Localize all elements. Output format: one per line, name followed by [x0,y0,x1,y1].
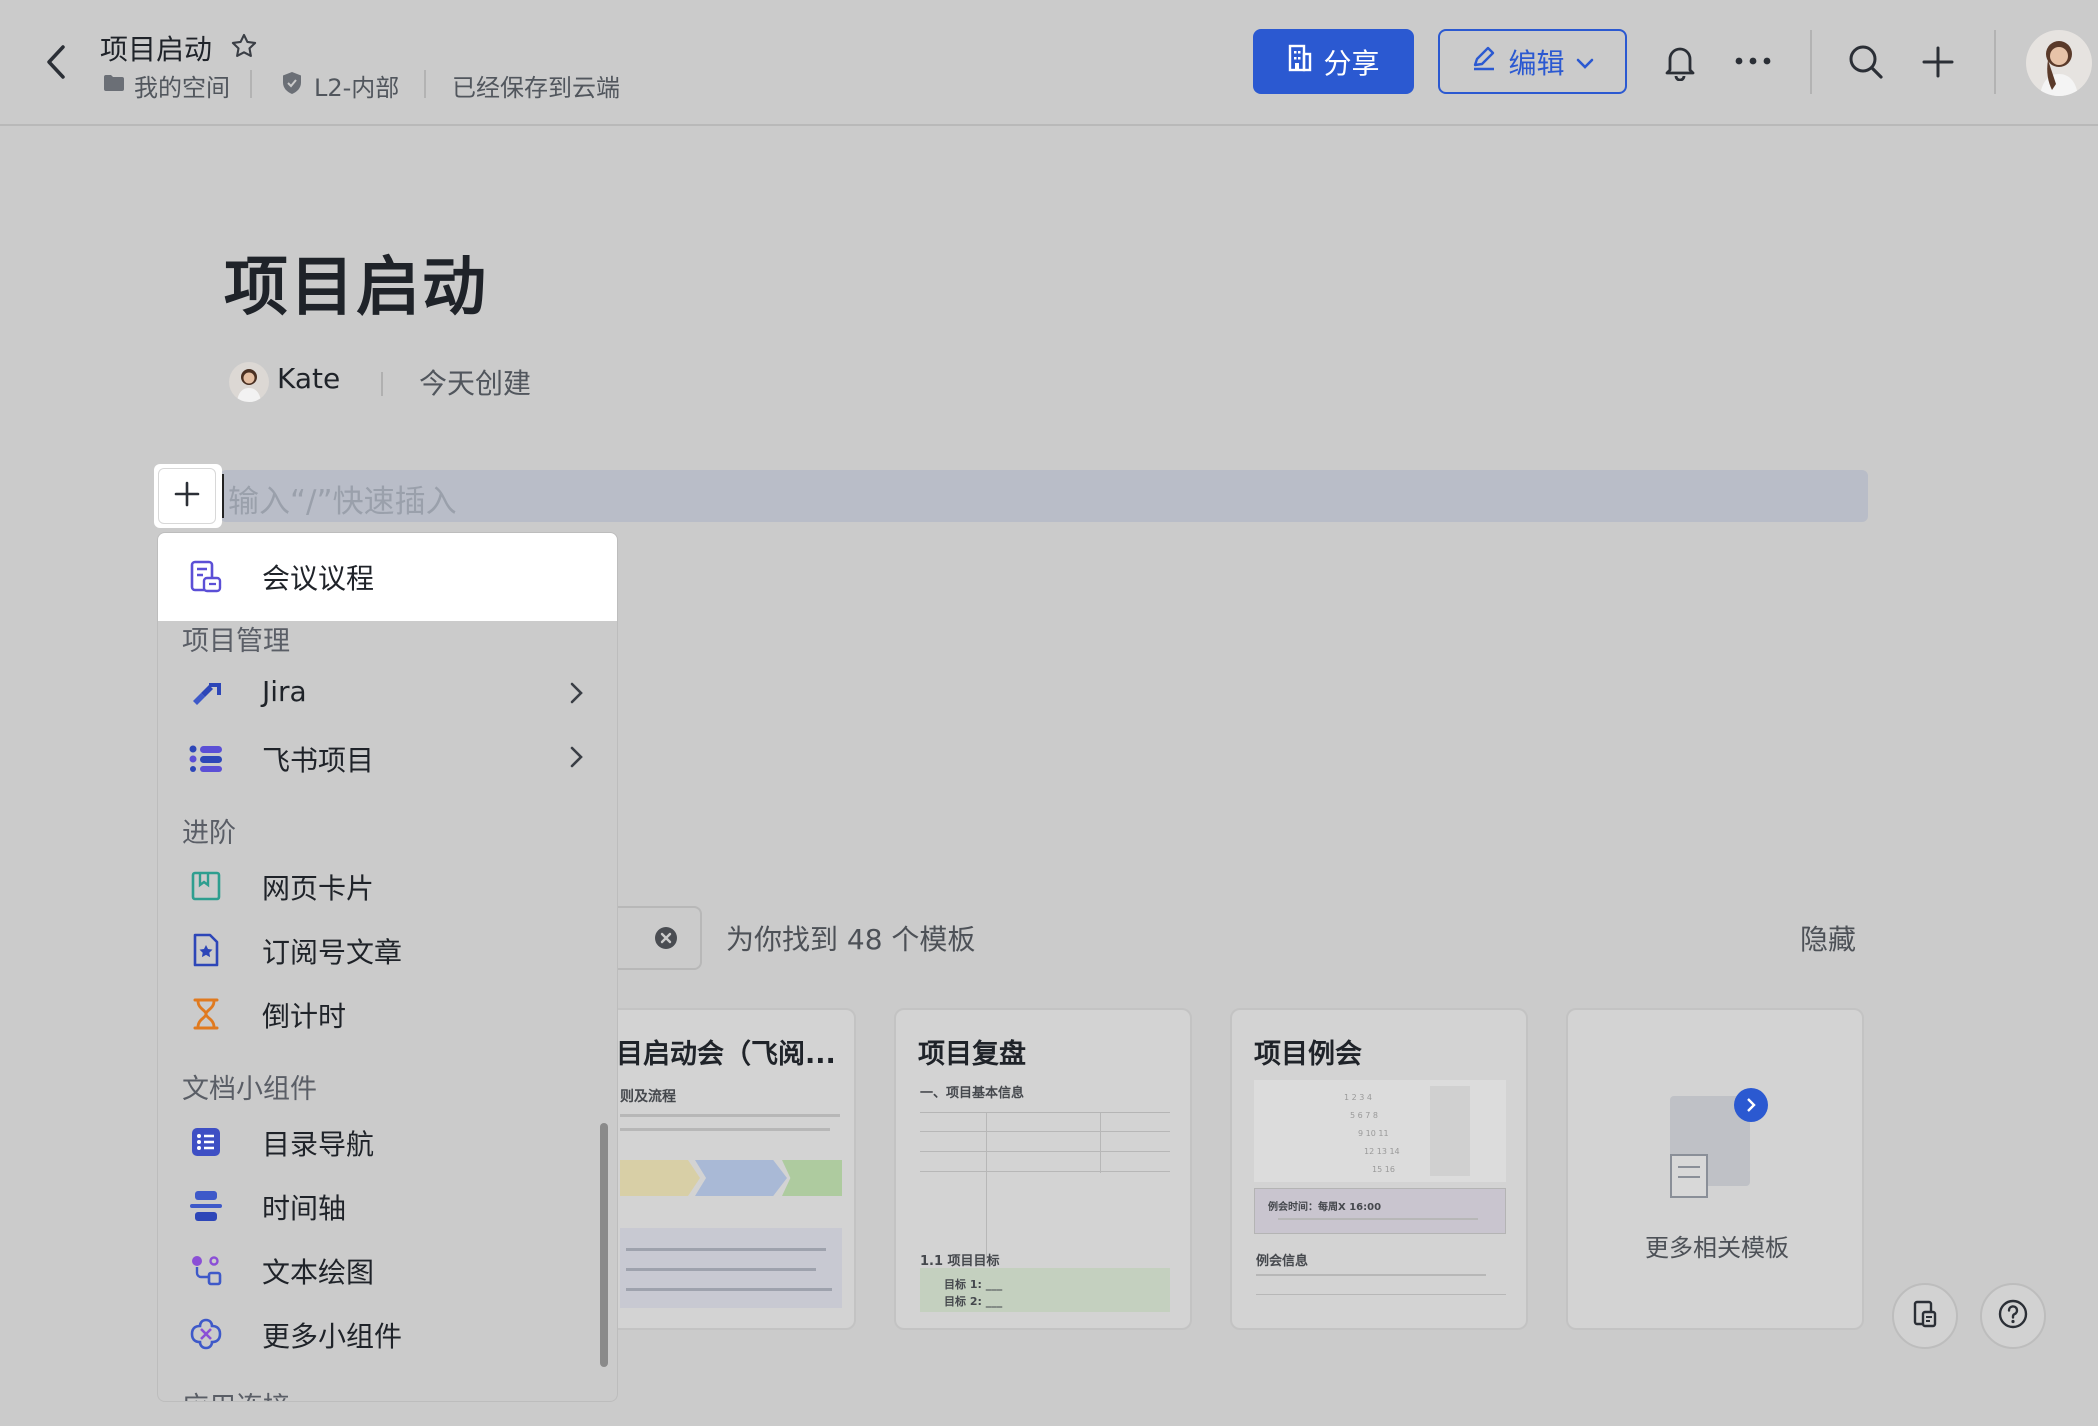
created-date: 今天创建 [419,367,532,400]
search-icon[interactable] [1844,40,1888,84]
template-card-project-meeting[interactable]: 项目例会 1 2 3 45 6 7 89 10 11 12 13 14 15 16 … [1230,1008,1528,1330]
menu-item-feishu-project[interactable]: 飞书项目 [158,725,617,789]
insert-line[interactable] [220,470,1868,522]
menu-item-label: 会议议程 [262,562,375,595]
menu-item-label: 目录导航 [262,1128,375,1161]
menu-item-label: 倒计时 [262,1000,347,1033]
template-card-more[interactable]: 更多相关模板 [1566,1008,1864,1330]
text-drawing-icon [188,1252,224,1288]
pen-icon [1470,44,1498,79]
menu-item-jira[interactable]: Jira [158,661,617,725]
avatar[interactable] [2026,30,2092,96]
menu-item-label: 订阅号文章 [262,936,403,969]
menu-section-app-connections: 应用连接 [182,1385,290,1401]
chevron-right-icon [568,681,584,709]
svg-text:9 10 11: 9 10 11 [1358,1129,1389,1138]
doc-assist-button[interactable] [1892,1283,1958,1349]
share-button[interactable]: 分享 [1253,29,1414,94]
author-avatar [229,362,269,402]
svg-text:15 16: 15 16 [1372,1165,1395,1174]
bell-icon[interactable] [1660,40,1700,84]
block-insert-button[interactable] [158,468,216,524]
template-card-section: 1.1 项目目标 [920,1254,1000,1269]
svg-text:1 2 3 4: 1 2 3 4 [1344,1093,1372,1102]
chevron-right-icon [568,745,584,773]
more-icon[interactable] [1732,48,1774,74]
folder-icon [102,72,126,94]
security-label[interactable]: L2-内部 [314,68,399,103]
chevron-down-icon [1575,45,1595,78]
template-card-title: 项目复盘 [918,1039,1026,1070]
toc-icon [188,1124,224,1160]
menu-item-countdown[interactable]: 倒计时 [158,981,617,1045]
menu-item-label: 网页卡片 [262,872,375,905]
more-templates-label: 更多相关模板 [1645,1234,1789,1262]
chevron-right-icon [1734,1088,1768,1122]
menu-section-project-management: 项目管理 [182,626,290,657]
template-card-subtitle: 一、项目基本信息 [920,1086,1025,1101]
menu-item-web-card[interactable]: 网页卡片 [158,853,617,917]
breadcrumb-space[interactable]: 我的空间 [134,68,230,103]
shield-icon [280,70,304,96]
text-caret [222,474,224,518]
insert-placeholder: 输入“/”快速插入 [228,484,457,520]
author-name[interactable]: Kate [277,362,340,395]
back-arrow-icon[interactable] [36,40,76,84]
jira-icon [188,676,224,712]
feishu-project-icon [188,740,224,776]
menu-item-text-drawing[interactable]: 文本绘图 [158,1237,617,1301]
document-icon [1910,1299,1940,1333]
document-title[interactable]: 项目启动 [224,236,488,328]
hide-templates-button[interactable]: 隐藏 [1800,918,1856,958]
template-card-title: 目启动会（飞阅... [616,1039,836,1070]
menu-section-advanced: 进阶 [182,818,236,849]
insert-block-menu: 会议议程 项目管理 Jira 飞书项目 进阶 网页卡片 订阅号文章 倒计时 文档… [157,532,618,1402]
menu-item-toc-navigation[interactable]: 目录导航 [158,1109,617,1173]
menu-item-label: 飞书项目 [262,744,375,777]
menu-item-label: 文本绘图 [262,1256,375,1289]
menu-item-label: 时间轴 [262,1192,347,1225]
menu-section-doc-widgets: 文档小组件 [182,1074,317,1105]
template-card-subtitle: 则及流程 [620,1089,676,1105]
template-card-goal: 目标 2: ___ [944,1295,1003,1308]
plus-icon[interactable] [1916,40,1960,84]
template-card-project-review[interactable]: 项目复盘 一、项目基本信息 1.1 项目目标 目标 1: ___ 目标 2: _… [894,1008,1192,1330]
hourglass-icon [188,996,224,1032]
template-card-subtitle: 例会信息 [1256,1254,1309,1269]
top-bar: 项目启动 我的空间 L2-内部 已经保存到云端 分享 编辑 [0,0,2098,126]
save-status: 已经保存到云端 [452,74,620,102]
more-widgets-icon [188,1316,224,1352]
web-card-icon [188,868,224,904]
help-button[interactable] [1980,1283,2046,1349]
edit-label: 编辑 [1508,46,1565,80]
menu-item-more-widgets[interactable]: 更多小组件 [158,1301,617,1365]
svg-text:5 6 7 8: 5 6 7 8 [1350,1111,1378,1120]
plus-icon [174,481,200,511]
menu-item-meeting-agenda[interactable]: 会议议程 [158,533,617,621]
help-icon [1997,1298,2029,1334]
menu-item-label: Jira [262,675,307,708]
doc-header-title: 项目启动 [100,33,213,66]
svg-text:12 13 14: 12 13 14 [1364,1147,1400,1156]
subscription-article-icon [188,932,224,968]
timeline-icon [188,1188,224,1224]
menu-item-label: 更多小组件 [262,1320,403,1353]
menu-scrollbar[interactable] [600,1123,608,1367]
template-card-meeting-time: 例会时间：每周X 16:00 [1268,1202,1382,1213]
template-card-title: 项目例会 [1254,1039,1362,1070]
clear-search-icon[interactable] [652,924,680,952]
menu-item-subscription-article[interactable]: 订阅号文章 [158,917,617,981]
templates-found-count: 为你找到 48 个模板 [726,923,976,956]
share-label: 分享 [1323,46,1380,80]
building-icon [1287,44,1313,79]
calendar-image: 1 2 3 4 5 6 7 8 9 10 11 12 13 14 15 16 [1254,1080,1506,1182]
meeting-agenda-icon [188,559,224,595]
edit-button[interactable]: 编辑 [1438,29,1627,94]
star-icon[interactable] [228,30,260,62]
template-card-goal: 目标 1: ___ [944,1278,1003,1291]
menu-item-timeline[interactable]: 时间轴 [158,1173,617,1237]
